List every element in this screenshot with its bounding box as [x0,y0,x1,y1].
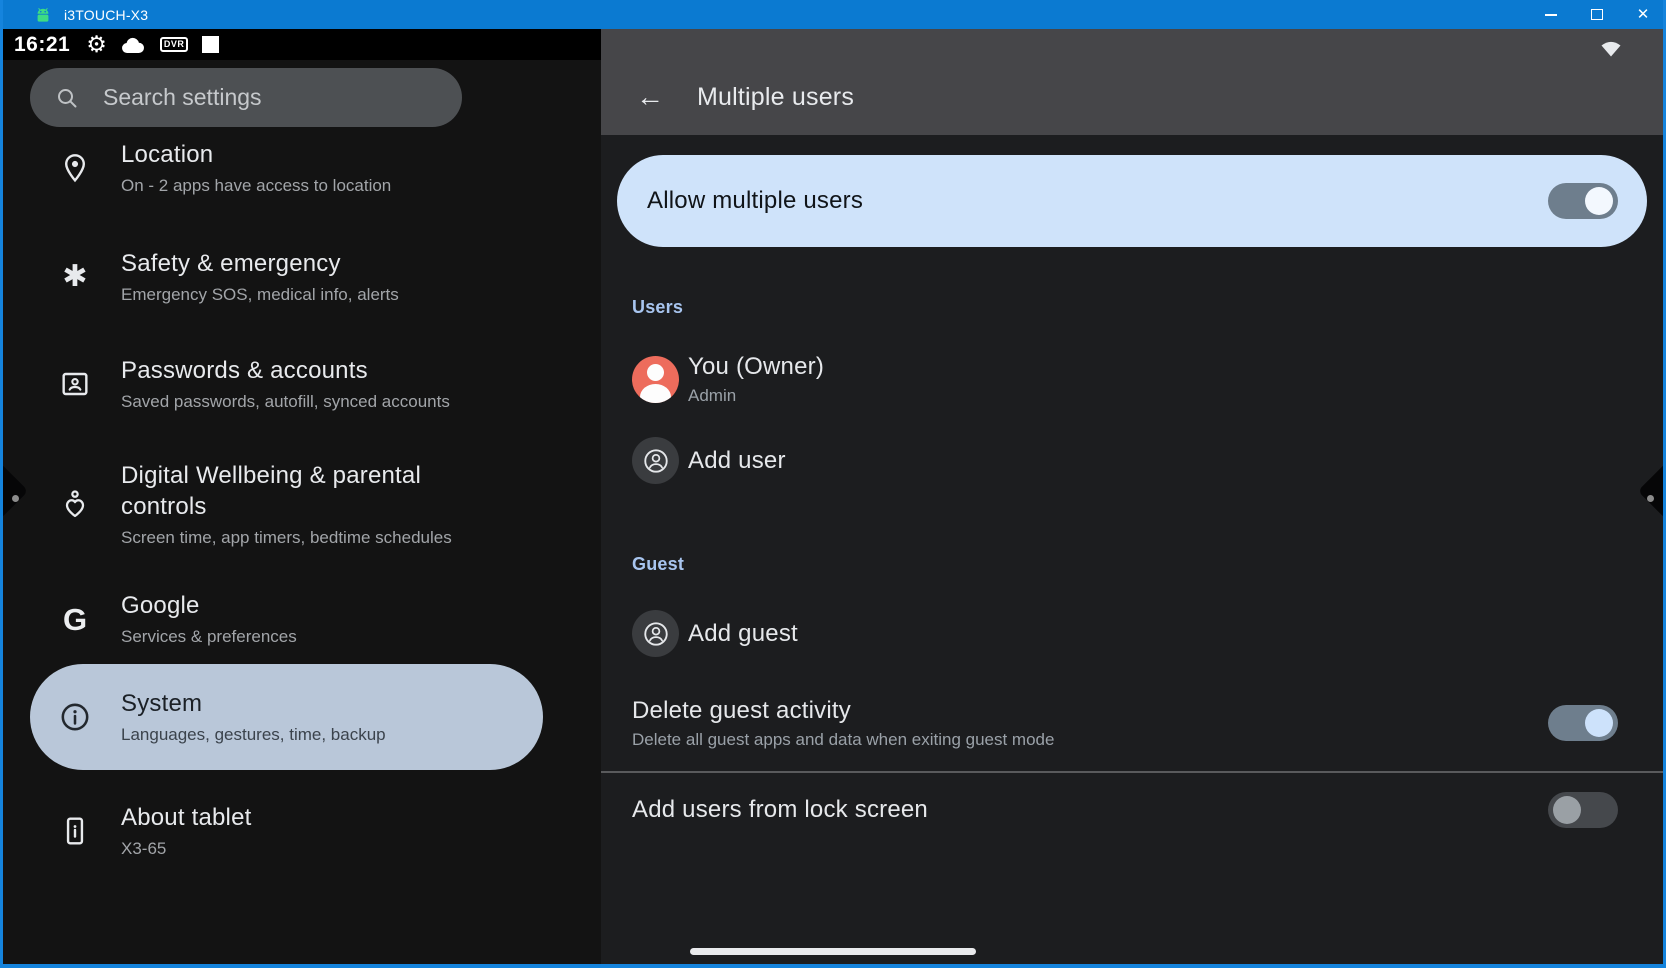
app-window: i3TOUCH-X3 ✕ 16:21 ⚙ DVR [0,0,1666,968]
lock-screen-row[interactable]: Add users from lock screen [601,784,1663,836]
sidebar-item-title: About tablet [121,802,252,833]
sidebar-item-subtitle: On - 2 apps have access to location [121,175,391,197]
allow-multiple-users-toggle[interactable] [1548,183,1618,219]
minimize-button[interactable] [1528,0,1574,29]
section-label-guest: Guest [632,554,684,575]
add-guest-label: Add guest [688,620,798,647]
sidebar-item-title: Safety & emergency [121,248,399,279]
lock-screen-toggle[interactable] [1548,792,1618,828]
add-user-row[interactable]: Add user [632,437,786,484]
delete-guest-title: Delete guest activity [632,696,1054,726]
sidebar-item-google[interactable]: G Google Services & preferences [30,574,543,664]
status-bar: 16:21 ⚙ DVR [3,29,601,60]
sidebar-item-subtitle: X3-65 [121,838,252,860]
delete-guest-toggle[interactable] [1548,705,1618,741]
maximize-button[interactable] [1574,0,1620,29]
back-arrow-icon: ← [636,83,664,111]
wifi-icon [1599,36,1623,58]
detail-pane: ← Multiple users Allow multiple users Us… [601,29,1663,964]
section-label-users: Users [632,297,683,318]
page-title: Multiple users [697,83,854,112]
maximize-icon [1591,9,1603,20]
close-button[interactable]: ✕ [1620,0,1666,29]
sidebar-item-subtitle: Languages, gestures, time, backup [121,724,386,746]
sidebar-item-subtitle: Emergency SOS, medical info, alerts [121,284,399,306]
user-row-owner[interactable]: You (Owner) Admin [632,352,824,407]
location-pin-icon [53,152,97,184]
sidebar-item-digital-wellbeing[interactable]: Digital Wellbeing & parental controls Sc… [30,443,543,565]
add-user-icon [632,437,679,484]
sidebar-item-title: System [121,688,386,719]
detail-header: ← Multiple users [601,29,1663,135]
gesture-bar[interactable] [690,948,976,955]
back-button[interactable]: ← [633,80,667,114]
delete-guest-subtitle: Delete all guest apps and data when exit… [632,729,1054,751]
window-title: i3TOUCH-X3 [64,7,148,23]
status-time: 16:21 [14,33,70,57]
cloud-icon [121,36,145,54]
screenshot-square-icon [202,36,219,53]
google-g-icon: G [53,604,97,635]
minimize-icon [1545,14,1557,16]
search-input[interactable] [103,84,442,111]
delete-guest-row[interactable]: Delete guest activity Delete all guest a… [601,692,1663,754]
toggle-thumb [1585,709,1613,737]
search-icon [55,86,79,110]
allow-multiple-users-card[interactable]: Allow multiple users [617,155,1647,247]
settings-sidebar: 16:21 ⚙ DVR Location On - 2 apps have ac… [3,29,601,964]
right-edge-handle-dot [1647,495,1654,502]
sidebar-item-subtitle: Screen time, app timers, bedtime schedul… [121,527,511,549]
sidebar-item-safety-emergency[interactable]: ✱ Safety & emergency Emergency SOS, medi… [30,232,543,322]
add-guest-row[interactable]: Add guest [632,610,798,657]
sidebar-item-title: Google [121,590,297,621]
info-circle-icon [53,700,97,734]
window-titlebar: i3TOUCH-X3 ✕ [0,0,1666,29]
sidebar-item-subtitle: Services & preferences [121,626,297,648]
tablet-info-icon [53,815,97,847]
owner-subtitle: Admin [688,385,824,407]
divider [601,771,1663,773]
sidebar-item-about-tablet[interactable]: About tablet X3-65 [30,786,543,876]
sidebar-item-passwords-accounts[interactable]: Passwords & accounts Saved passwords, au… [30,339,543,429]
dvr-icon: DVR [160,37,189,52]
toggle-thumb [1553,796,1581,824]
lock-screen-title: Add users from lock screen [632,796,928,823]
owner-title: You (Owner) [688,352,824,382]
left-edge-handle-dot [12,495,19,502]
sidebar-item-subtitle: Saved passwords, autofill, synced accoun… [121,391,450,413]
allow-multiple-users-label: Allow multiple users [647,187,863,215]
add-user-label: Add user [688,447,786,474]
toggle-thumb [1585,187,1613,215]
gear-icon: ⚙ [86,33,107,56]
owner-avatar-icon [632,356,679,403]
sidebar-item-system[interactable]: System Languages, gestures, time, backup [30,664,543,770]
id-card-person-icon [53,368,97,400]
sidebar-item-title: Digital Wellbeing & parental controls [121,460,511,522]
close-icon: ✕ [1637,7,1650,22]
sidebar-item-title: Location [121,139,391,170]
sidebar-item-title: Passwords & accounts [121,355,450,386]
asterisk-icon: ✱ [53,262,97,292]
wellbeing-heart-icon [53,488,97,520]
sidebar-item-location[interactable]: Location On - 2 apps have access to loca… [30,123,543,213]
search-bar[interactable] [30,68,462,127]
android-logo-icon [33,5,53,25]
add-guest-icon [632,610,679,657]
